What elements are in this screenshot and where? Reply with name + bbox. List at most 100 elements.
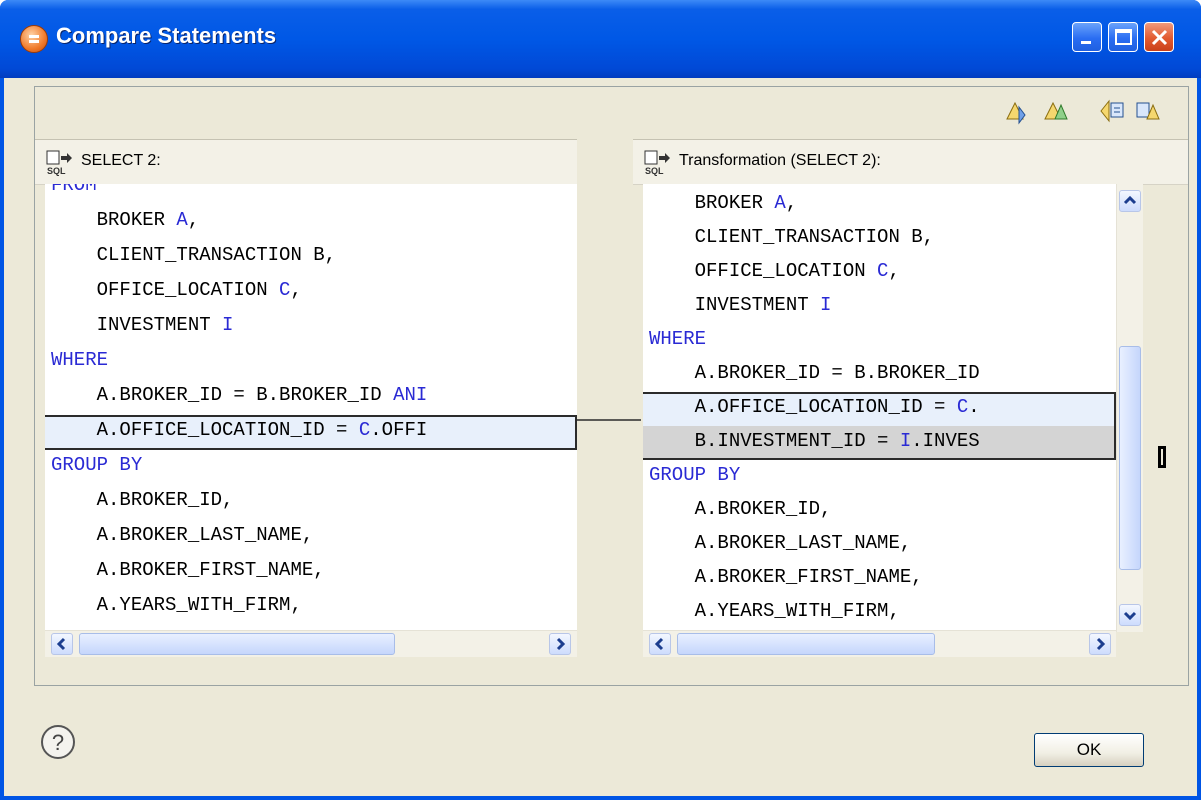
left-pane-header: SQL SELECT 2: — [35, 140, 577, 185]
title-bar[interactable]: Compare Statements — [0, 0, 1201, 78]
code-alias: A — [176, 209, 188, 231]
code-tail: , — [888, 260, 900, 282]
code-line: A.BROKER_ID = B.BROKER_ID ANI — [51, 380, 428, 410]
code-line: GROUP BY — [51, 450, 142, 480]
right-vscroll-thumb[interactable] — [1119, 346, 1141, 570]
scroll-left-icon[interactable] — [649, 633, 671, 655]
code-line: BROKER A, — [649, 188, 798, 218]
left-statement-pane: SQL SELECT 2: FROM BROKER A, CLIENT_TRAN… — [35, 139, 577, 657]
code-alias: C — [279, 279, 291, 301]
code-text: WHERE — [649, 328, 707, 350]
code-line: A.YEARS_WITH_FIRM, — [649, 596, 900, 626]
code-text: INVESTMENT — [51, 314, 223, 336]
code-text: A.YEARS_WITH_FIRM, — [51, 594, 302, 616]
code-alias: A — [774, 192, 786, 214]
code-line: A.BROKER_ID = B.BROKER_ID — [649, 358, 980, 388]
next-change-icon[interactable] — [1097, 97, 1127, 125]
code-text: INVESTMENT — [649, 294, 821, 316]
diff-block-outline — [45, 415, 577, 450]
minimize-button[interactable] — [1072, 22, 1102, 52]
code-alias: I — [222, 314, 234, 336]
code-text: A.BROKER_ID = B.BROKER_ID — [51, 384, 394, 406]
code-line: GROUP BY — [649, 460, 740, 490]
code-line: INVESTMENT I — [649, 290, 832, 320]
previous-change-icon[interactable] — [1133, 97, 1163, 125]
right-pane-title: Transformation (SELECT 2): — [679, 152, 881, 169]
compare-panel: SQL SELECT 2: FROM BROKER A, CLIENT_TRAN… — [34, 86, 1189, 686]
code-line: OFFICE_LOCATION C, — [51, 275, 302, 305]
code-line: WHERE — [51, 345, 108, 375]
code-line: OFFICE_LOCATION C, — [649, 256, 900, 286]
svg-text:?: ? — [52, 730, 64, 755]
code-text: CLIENT_TRANSACTION B, — [51, 244, 337, 266]
code-line: BROKER A, — [51, 205, 200, 235]
code-text: A.BROKER_ID, — [51, 489, 234, 511]
close-button[interactable] — [1144, 22, 1174, 52]
diff-connector — [575, 419, 641, 421]
code-text: WHERE — [51, 349, 109, 371]
diff-block-outline — [643, 392, 1116, 460]
code-text: OFFICE_LOCATION — [649, 260, 878, 282]
left-code-area[interactable]: FROM BROKER A, CLIENT_TRANSACTION B, OFF… — [45, 184, 577, 657]
code-alias: C — [877, 260, 889, 282]
next-difference-icon[interactable] — [1003, 97, 1033, 125]
code-text: BROKER — [649, 192, 775, 214]
code-text: FROM — [51, 184, 97, 196]
dialog-client-area: SQL SELECT 2: FROM BROKER A, CLIENT_TRAN… — [4, 78, 1197, 796]
code-text: CLIENT_TRANSACTION B, — [649, 226, 935, 248]
maximize-button[interactable] — [1108, 22, 1138, 52]
code-line: CLIENT_TRANSACTION B, — [51, 240, 336, 270]
right-code-area[interactable]: BROKER A, CLIENT_TRANSACTION B, OFFICE_L… — [643, 184, 1116, 657]
code-line: INVESTMENT I — [51, 310, 234, 340]
code-tail: , — [290, 279, 302, 301]
code-text: A.BROKER_LAST_NAME, — [649, 532, 912, 554]
previous-difference-icon[interactable] — [1041, 97, 1071, 125]
code-tail: , — [187, 209, 200, 231]
ok-button[interactable]: OK — [1034, 733, 1144, 767]
help-icon[interactable]: ? — [40, 724, 76, 760]
code-line: A.BROKER_LAST_NAME, — [51, 520, 314, 550]
app-icon — [20, 25, 48, 53]
sql-file-icon: SQL — [45, 150, 75, 181]
overview-ruler-marker[interactable] — [1158, 446, 1166, 468]
left-horizontal-scrollbar[interactable] — [45, 630, 577, 657]
code-text: OFFICE_LOCATION — [51, 279, 280, 301]
code-line: CLIENT_TRANSACTION B, — [649, 222, 934, 252]
code-text: BROKER — [51, 209, 177, 231]
left-pane-title: SELECT 2: — [81, 152, 161, 169]
right-vertical-scrollbar[interactable] — [1116, 184, 1143, 632]
sql-file-icon: SQL — [643, 150, 673, 181]
code-line: A.BROKER_FIRST_NAME, — [51, 555, 325, 585]
code-text: A.BROKER_ID = B.BROKER_ID — [649, 362, 980, 384]
code-alias: I — [820, 294, 832, 316]
code-line: FROM — [51, 184, 97, 200]
compare-toolbar — [35, 87, 1188, 131]
code-line: A.BROKER_LAST_NAME, — [649, 528, 912, 558]
window-title: Compare Statements — [56, 23, 277, 48]
scroll-down-icon[interactable] — [1119, 604, 1141, 626]
left-hscroll-thumb[interactable] — [79, 633, 395, 655]
code-alias: ANI — [393, 384, 428, 406]
code-line: A.BROKER_FIRST_NAME, — [649, 562, 923, 592]
scroll-right-icon[interactable] — [549, 633, 571, 655]
scroll-up-icon[interactable] — [1119, 190, 1141, 212]
right-statement-pane: SQL Transformation (SELECT 2): BROKER A,… — [633, 139, 1188, 657]
code-line: A.YEARS_WITH_FIRM, — [51, 590, 302, 620]
right-hscroll-thumb[interactable] — [677, 633, 935, 655]
code-line: WHERE — [649, 324, 706, 354]
code-text: GROUP BY — [649, 464, 741, 486]
scroll-right-icon[interactable] — [1089, 633, 1111, 655]
svg-text:SQL: SQL — [645, 166, 664, 176]
right-pane-header: SQL Transformation (SELECT 2): — [633, 140, 1188, 185]
code-line: A.BROKER_ID, — [51, 485, 234, 515]
code-text: A.BROKER_FIRST_NAME, — [649, 566, 923, 588]
compare-statements-window: Compare Statements SQL SELECT 2: FROM BR… — [0, 0, 1201, 800]
code-text: GROUP BY — [51, 454, 143, 476]
svg-text:SQL: SQL — [47, 166, 66, 176]
code-line: A.BROKER_ID, — [649, 494, 832, 524]
code-text: A.BROKER_FIRST_NAME, — [51, 559, 325, 581]
code-text: A.YEARS_WITH_FIRM, — [649, 600, 900, 622]
code-tail: , — [785, 192, 798, 214]
scroll-left-icon[interactable] — [51, 633, 73, 655]
right-horizontal-scrollbar[interactable] — [643, 630, 1116, 657]
